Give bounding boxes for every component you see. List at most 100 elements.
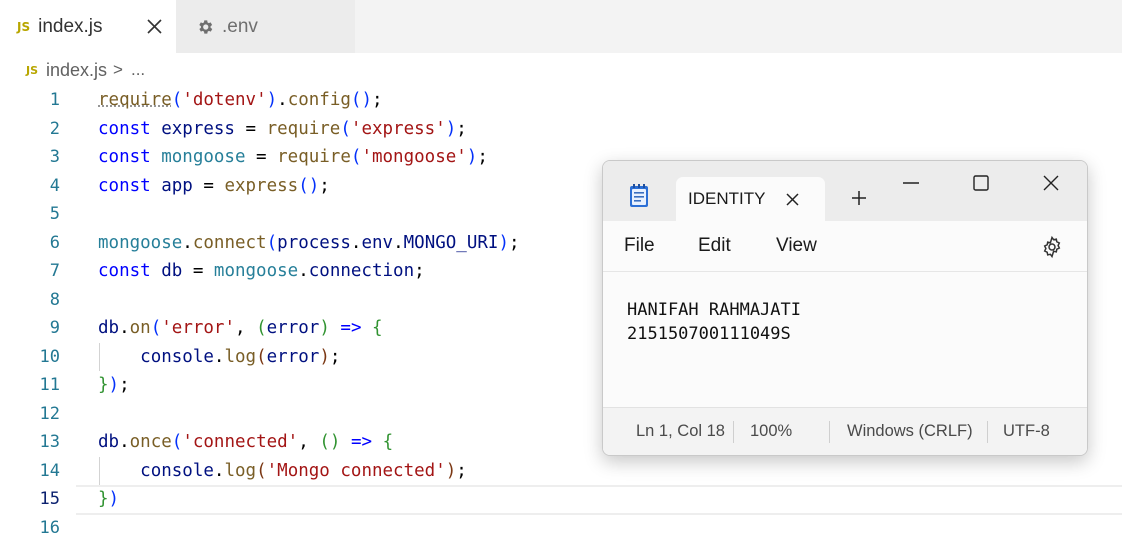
breadcrumb: JS index.js > ... — [0, 53, 1122, 87]
code-token: MONGO_URI — [404, 233, 499, 253]
code-token: . — [277, 90, 288, 110]
line-number: 2 — [0, 115, 60, 144]
code-token: = — [182, 261, 214, 281]
text-line: 215150700111049S — [627, 322, 801, 346]
line-number: 10 — [0, 343, 60, 372]
code-line[interactable]: 15}) — [0, 485, 1122, 514]
code-token: express — [161, 119, 235, 139]
code-line[interactable]: 1require('dotenv').config(); — [0, 86, 1122, 115]
notepad-text-area[interactable]: HANIFAH RAHMAJATI215150700111049S — [627, 298, 801, 346]
status-zoom[interactable]: 100% — [750, 422, 792, 441]
code-text: const express = require('express'); — [98, 115, 467, 144]
code-token: => — [351, 432, 372, 452]
code-token: ( — [172, 90, 183, 110]
code-token: = — [193, 176, 225, 196]
tab-label: .env — [222, 16, 258, 38]
line-number: 6 — [0, 229, 60, 258]
code-line[interactable]: 14 console.log('Mongo connected'); — [0, 457, 1122, 486]
code-text: mongoose.connect(process.env.MONGO_URI); — [98, 229, 520, 258]
status-encoding: UTF-8 — [1003, 422, 1050, 441]
menu-view[interactable]: View — [776, 235, 817, 257]
code-token: ( — [256, 461, 267, 481]
code-token: connection — [309, 261, 414, 281]
code-text: console.log(error); — [98, 343, 340, 372]
line-number: 13 — [0, 428, 60, 457]
line-number: 3 — [0, 143, 60, 172]
plus-icon[interactable] — [849, 188, 869, 208]
code-token: ) — [446, 461, 457, 481]
tab-label: index.js — [38, 16, 102, 38]
code-token: const — [98, 119, 161, 139]
code-token: express — [224, 176, 298, 196]
code-token — [98, 347, 140, 367]
code-token: connect — [193, 233, 267, 253]
breadcrumb-separator: > — [113, 60, 123, 80]
code-token: ) — [446, 119, 457, 139]
menu-edit[interactable]: Edit — [698, 235, 731, 257]
tab-index-js[interactable]: JS index.js — [0, 0, 176, 53]
code-token: . — [351, 233, 362, 253]
line-number: 14 — [0, 457, 60, 486]
code-token: ) — [319, 318, 330, 338]
notepad-tab[interactable]: IDENTITY — [676, 177, 825, 223]
code-token — [372, 432, 383, 452]
code-token: . — [182, 233, 193, 253]
code-token: } — [98, 489, 109, 509]
code-token: , — [235, 318, 256, 338]
code-token: config — [288, 90, 351, 110]
js-file-icon: JS — [26, 64, 38, 77]
code-line[interactable]: 2 const express = require('express'); — [0, 115, 1122, 144]
line-number: 9 — [0, 314, 60, 343]
code-token: . — [119, 318, 130, 338]
notepad-icon — [627, 183, 651, 209]
code-token: ; — [456, 119, 467, 139]
code-token: ) — [498, 233, 509, 253]
close-icon[interactable] — [145, 15, 165, 37]
close-icon[interactable] — [1033, 169, 1069, 199]
code-token: app — [161, 176, 193, 196]
code-token: ( — [172, 432, 183, 452]
code-token: const — [98, 261, 161, 281]
code-token: require — [267, 119, 341, 139]
code-token: log — [224, 347, 256, 367]
code-token: mongoose — [214, 261, 298, 281]
status-line-ending: Windows (CRLF) — [847, 422, 973, 441]
editor-tab-bar: JS index.js .env — [0, 0, 1122, 53]
line-number: 12 — [0, 400, 60, 429]
code-token: ( — [267, 233, 278, 253]
code-token: mongoose — [98, 233, 182, 253]
maximize-icon[interactable] — [963, 169, 999, 199]
code-token: = — [235, 119, 267, 139]
gear-icon[interactable] — [1040, 235, 1064, 259]
notepad-window: IDENTITY File Edit View HANIFAH RAHMAJAT… — [602, 160, 1088, 456]
text-line: HANIFAH RAHMAJATI — [627, 298, 801, 322]
code-token: ) — [467, 147, 478, 167]
line-number: 11 — [0, 371, 60, 400]
breadcrumb-file[interactable]: index.js — [46, 60, 107, 81]
code-token: , — [298, 432, 319, 452]
code-token: once — [130, 432, 172, 452]
code-token: ( — [256, 347, 267, 367]
breadcrumb-more[interactable]: ... — [131, 60, 145, 80]
notepad-status-bar: Ln 1, Col 18 100% Windows (CRLF) UTF-8 — [603, 407, 1087, 456]
notepad-tab-label: IDENTITY — [688, 189, 768, 209]
minimize-icon[interactable] — [893, 169, 929, 199]
code-token — [340, 432, 351, 452]
tab-env[interactable]: .env — [176, 0, 355, 53]
close-icon[interactable] — [783, 190, 803, 210]
code-token: process — [277, 233, 351, 253]
gear-icon — [196, 18, 214, 36]
code-token: () — [298, 176, 319, 196]
menu-file[interactable]: File — [624, 235, 655, 257]
code-token: ) — [109, 489, 120, 509]
code-text: }) — [98, 485, 119, 514]
line-number: 4 — [0, 172, 60, 201]
code-token: 'Mongo connected' — [267, 461, 446, 481]
code-token: ; — [509, 233, 520, 253]
code-line[interactable]: 16 — [0, 514, 1122, 542]
code-text: }); — [98, 371, 130, 400]
code-token — [362, 318, 373, 338]
line-number: 8 — [0, 286, 60, 315]
code-token: () — [351, 90, 372, 110]
code-token: error — [267, 347, 320, 367]
